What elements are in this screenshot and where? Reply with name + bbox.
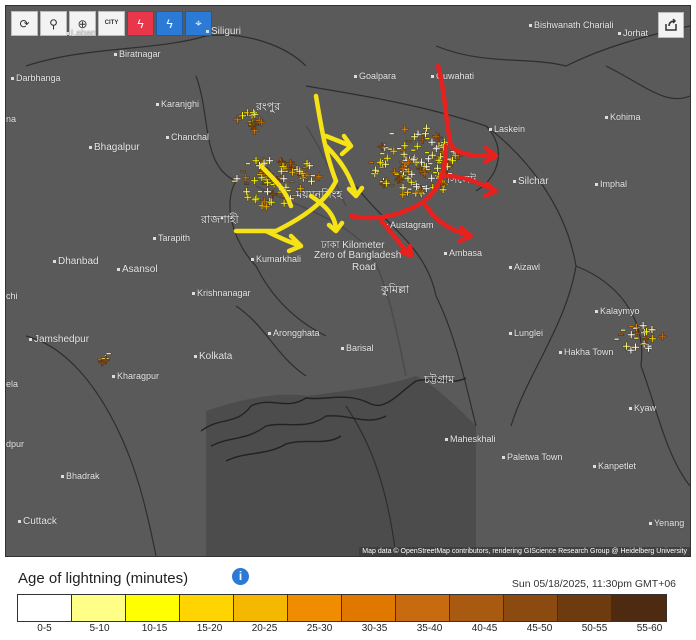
scale-label: 0-5 (37, 623, 52, 634)
scale-cell (126, 595, 180, 621)
scale-label: 40-45 (471, 623, 498, 634)
legend-title: Age of lightning (minutes) (18, 570, 189, 587)
scale-label: 30-35 (361, 623, 388, 634)
red-arrows (348, 63, 499, 259)
map-attribution: Map data © OpenStreetMap contributors, r… (359, 547, 690, 556)
scale-label: 50-55 (581, 623, 608, 634)
scale-cell (234, 595, 288, 621)
drawn-annotations (233, 63, 499, 259)
scale-cell (72, 595, 126, 621)
age-color-scale (17, 594, 667, 622)
scale-cell (396, 595, 450, 621)
scale-label: 5-10 (89, 623, 110, 634)
scale-cell (450, 595, 504, 621)
yellow-arrows (233, 93, 365, 254)
info-icon[interactable]: i (232, 568, 249, 585)
scale-label: 45-50 (526, 623, 553, 634)
map-canvas[interactable]: ⟳ ⚲ ⊕ CITY ϟ ϟ ⌖ Siliguri Lahan Biratnagar… (5, 5, 691, 557)
scale-label: 25-30 (306, 623, 333, 634)
scale-cell (342, 595, 396, 621)
scale-cell (180, 595, 234, 621)
timestamp: Sun 05/18/2025, 11:30pm GMT+06 (511, 578, 676, 590)
scale-label: 35-40 (416, 623, 443, 634)
scale-cell (504, 595, 558, 621)
scale-label: 20-25 (251, 623, 278, 634)
scale-label: 15-20 (196, 623, 223, 634)
scale-cell (558, 595, 612, 621)
scale-label: 55-60 (636, 623, 663, 634)
scale-label: 10-15 (141, 623, 168, 634)
scale-cell (612, 595, 666, 621)
age-scale-labels: 0-5 5-10 10-15 15-20 20-25 25-30 30-35 35-40 40-… (17, 623, 677, 634)
scale-cell (288, 595, 342, 621)
scale-cell (18, 595, 72, 621)
